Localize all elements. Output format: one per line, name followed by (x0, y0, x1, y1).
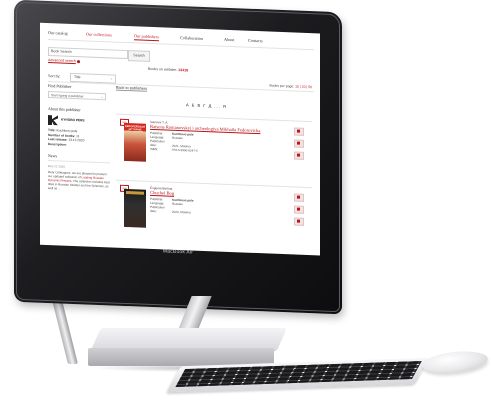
eye-icon (297, 219, 300, 223)
screen: Our catalog Our collections Our publishe… (40, 22, 320, 256)
book-cover-text: ЕВРОПЕЙСКАЯ ИСТОРИЯ (125, 124, 145, 132)
cart-button[interactable] (294, 127, 304, 136)
sort-label: Sort by: (48, 74, 61, 79)
eye-icon (297, 153, 300, 157)
book-actions (294, 193, 304, 229)
nav-contacts[interactable]: Contacts (248, 38, 263, 44)
sidebar: Find Publisher Start typing a publisher … (48, 83, 110, 193)
preview-button[interactable] (294, 151, 304, 160)
cart-icon (297, 129, 300, 133)
nav-collaboration[interactable]: Collaboration (180, 35, 203, 41)
book-actions (294, 127, 304, 163)
publisher-logo-icon (48, 115, 58, 125)
preview-button[interactable] (294, 217, 304, 226)
publisher-meta: Title: Kuchkovo pole Number of books: 11… (48, 128, 110, 149)
publisher-logo-text: KYNOBO PERS (61, 117, 85, 123)
per-page: Books per page: 10 | 20 | 50 (269, 84, 312, 90)
book-cover-band (126, 191, 144, 195)
books-count-value: 13418 (178, 68, 189, 73)
website: Our catalog Our collections Our publishe… (40, 23, 320, 256)
advanced-search-icon (76, 59, 80, 63)
search-input[interactable]: Book Search (48, 47, 128, 60)
chevron-down-icon: ⌄ (100, 95, 103, 100)
news-body: Dear Colleagues, we are pleased to prese… (48, 170, 110, 191)
search-button[interactable]: Search (128, 50, 150, 62)
book-card: new ЕВРОПЕЙСКАЯ ИСТОРИЯ Ivanova Y. A. Ra… (116, 113, 312, 187)
advanced-search-label: Advanced search (48, 58, 76, 64)
news-title: News (48, 153, 110, 164)
chevron-down-icon: ⌄ (109, 76, 113, 81)
book-cover[interactable] (124, 188, 146, 228)
about-publisher-title: About this publisher (48, 106, 81, 113)
publisher-select[interactable]: Start typing a publisher ⌄ (48, 91, 106, 101)
book-details: Publisher: Kuchkovo pole Language: Russian… (150, 197, 275, 218)
book-card: new Evgenia Berlina Chuchel Bog Publishe… (116, 179, 312, 253)
book-info: Ivanova Y. A. Raisons Romanovskyi i arch… (150, 120, 275, 156)
bookmark-icon (297, 141, 300, 145)
publisher-logo: KYNOBO PERS (48, 115, 110, 127)
book-details: Publisher: Kuchkovo pole Language: Russian… (150, 131, 275, 156)
nav-our-collections[interactable]: Our collections (86, 31, 112, 37)
nav-our-publishers[interactable]: Our publishers (134, 33, 159, 42)
sort-select-value: Title (74, 75, 81, 80)
favorite-button[interactable] (294, 205, 304, 214)
bookmark-icon (297, 207, 300, 211)
imac-product-photo: MacBook Air Our catalog Our collections … (0, 0, 493, 404)
per-page-label: Books per page: (269, 83, 295, 89)
search-input-value: Book Search (51, 49, 72, 54)
alphabet-filter[interactable]: А Б В Г Д ... Я (186, 102, 227, 109)
nav-our-catalog[interactable]: Our catalog (48, 30, 68, 36)
cart-button[interactable] (294, 193, 304, 202)
publisher-select-placeholder: Start typing a publisher (51, 93, 84, 99)
stand-rear-leg (52, 300, 78, 364)
per-page-options[interactable]: 10 | 20 | 50 (295, 85, 312, 90)
book-info: Evgenia Berlina Chuchel Bog Publisher: Ku… (150, 186, 275, 218)
book-cover[interactable]: ЕВРОПЕЙСКАЯ ИСТОРИЯ (124, 122, 146, 162)
cart-icon (297, 195, 300, 199)
base-top (91, 328, 287, 350)
monitor: MacBook Air Our catalog Our collections … (14, 0, 342, 315)
books-count-label: Books on website: (148, 66, 178, 72)
nav-about[interactable]: About (224, 37, 234, 42)
books-count: Books on website: 13418 (148, 67, 188, 73)
find-publisher-title: Find Publisher (48, 83, 72, 89)
keyboard-keys (175, 360, 422, 388)
advanced-search-link[interactable]: Advanced search (48, 58, 80, 63)
mouse (421, 348, 489, 376)
favorite-button[interactable] (294, 139, 304, 148)
main-content: Back to publishers А Б В Г Д ... Я new Е… (116, 85, 312, 256)
